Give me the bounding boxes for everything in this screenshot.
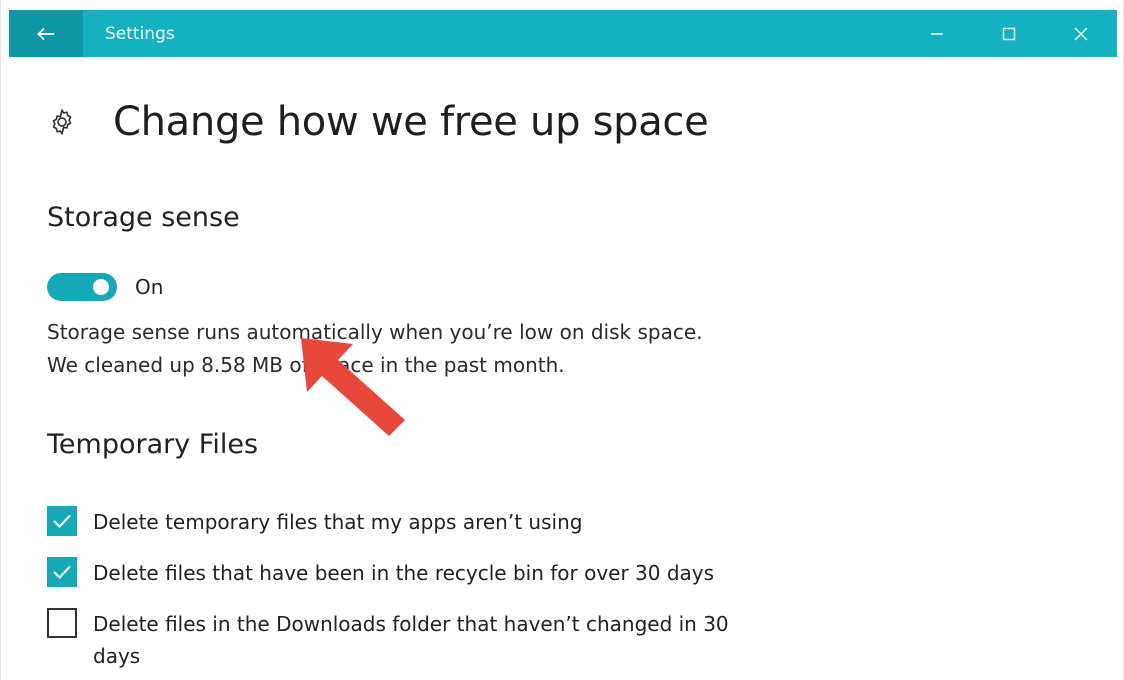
back-button[interactable]: [9, 10, 83, 57]
window-title: Settings: [105, 23, 175, 44]
option-label: Delete temporary files that my apps aren…: [93, 510, 583, 534]
arrow-left-icon: [37, 27, 54, 40]
option-delete-temp-files[interactable]: Delete temporary files that my apps aren…: [47, 506, 753, 538]
maximize-icon: [1002, 27, 1016, 40]
storage-sense-toggle-row: On: [47, 273, 163, 301]
checkmark-icon: [53, 565, 71, 579]
settings-window: Settings Change how we free up space Sto…: [0, 0, 1124, 680]
toggle-state-label: On: [135, 275, 164, 299]
minimize-button[interactable]: [901, 10, 973, 57]
option-label: Delete files in the Downloads folder tha…: [93, 612, 729, 668]
page-title: Change how we free up space: [113, 99, 709, 145]
storage-sense-toggle[interactable]: [47, 273, 117, 301]
option-delete-downloads[interactable]: Delete files in the Downloads folder tha…: [47, 608, 753, 672]
minimize-icon: [931, 32, 943, 35]
toggle-knob: [93, 279, 109, 295]
checkmark-icon: [53, 514, 71, 528]
checkbox-delete-downloads[interactable]: [47, 608, 77, 638]
checkbox-delete-temp-files[interactable]: [47, 506, 77, 536]
checkbox-delete-recycle-bin[interactable]: [47, 557, 77, 587]
temporary-files-heading: Temporary Files: [47, 429, 259, 460]
title-bar: Settings: [9, 10, 1117, 57]
maximize-button[interactable]: [973, 10, 1045, 57]
close-icon: [1074, 27, 1088, 40]
gear-icon: [52, 109, 72, 135]
annotation-arrow-icon: [301, 338, 405, 436]
option-label: Delete files that have been in the recyc…: [93, 561, 715, 585]
close-button[interactable]: [1045, 10, 1117, 57]
storage-sense-heading: Storage sense: [47, 202, 240, 233]
window-controls: [901, 10, 1117, 57]
page-header: Change how we free up space: [47, 99, 709, 145]
option-delete-recycle-bin[interactable]: Delete files that have been in the recyc…: [47, 557, 753, 589]
